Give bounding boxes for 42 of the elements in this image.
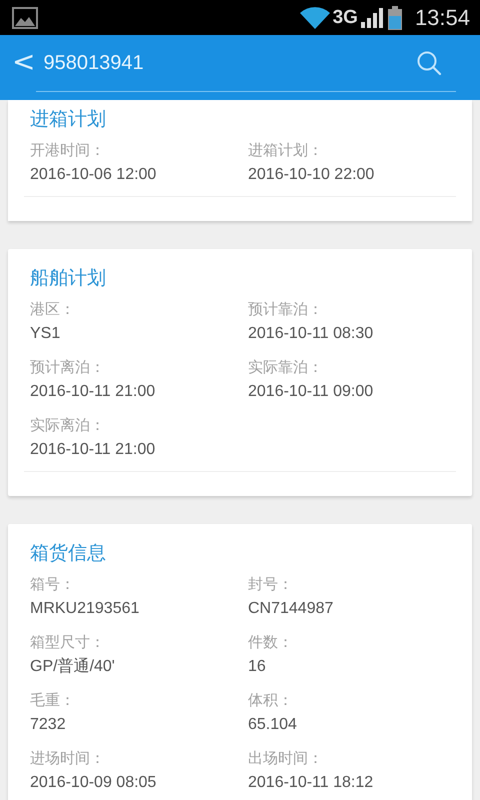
field-label: 件数： <box>248 632 294 653</box>
field-value: 2016-10-10 22:00 <box>248 165 376 185</box>
field-value: 2016-10-11 09:00 <box>248 382 374 402</box>
search-icon[interactable] <box>416 50 442 76</box>
image-icon <box>12 6 38 28</box>
field-value: 16 <box>248 657 267 677</box>
field-value: 2016-10-11 21:00 <box>30 382 156 402</box>
wifi-icon <box>300 6 330 28</box>
field-label: 箱型尺寸： <box>30 632 106 653</box>
section-title: 箱货信息 <box>30 541 107 566</box>
field-value: 2016-10-09 08:05 <box>30 773 158 793</box>
header-title: 958013941 <box>43 52 145 74</box>
field-label: 进场时间： <box>30 748 106 769</box>
field-label: 毛重： <box>30 690 76 711</box>
field-value: GP/普通/40' <box>30 656 116 677</box>
signal-icon <box>360 8 385 28</box>
field-value: 2016-10-11 21:00 <box>30 440 156 460</box>
field-label: 预计靠泊： <box>248 299 324 320</box>
field-label: 开港时间： <box>30 140 106 161</box>
battery-icon <box>388 6 402 30</box>
section-title: 进箱计划 <box>30 107 107 132</box>
field-label: 实际离泊： <box>30 415 106 436</box>
field-value: 7232 <box>30 715 67 735</box>
field-label: 箱号： <box>30 574 76 595</box>
field-value: YS1 <box>30 324 62 344</box>
field-label: 实际靠泊： <box>248 357 324 378</box>
field-label: 出场时间： <box>248 748 324 769</box>
field-label: 港区： <box>30 299 76 320</box>
section-title: 船舶计划 <box>30 266 107 291</box>
field-value: 65.104 <box>248 715 298 735</box>
field-value: 2016-10-11 18:12 <box>248 773 374 793</box>
field-value: 2016-10-11 08:30 <box>248 324 374 344</box>
network-label: 3G <box>332 6 358 28</box>
field-value: MRKU2193561 <box>30 599 140 619</box>
field-value: 2016-10-06 12:00 <box>30 165 158 185</box>
field-label: 进箱计划： <box>248 140 324 161</box>
field-label: 封号： <box>248 574 294 595</box>
field-label: 预计离泊： <box>30 357 106 378</box>
field-value: CN7144987 <box>248 599 334 619</box>
back-button[interactable]: < <box>12 44 44 82</box>
field-label: 体积： <box>248 690 294 711</box>
clock: 13:54 <box>414 4 470 30</box>
